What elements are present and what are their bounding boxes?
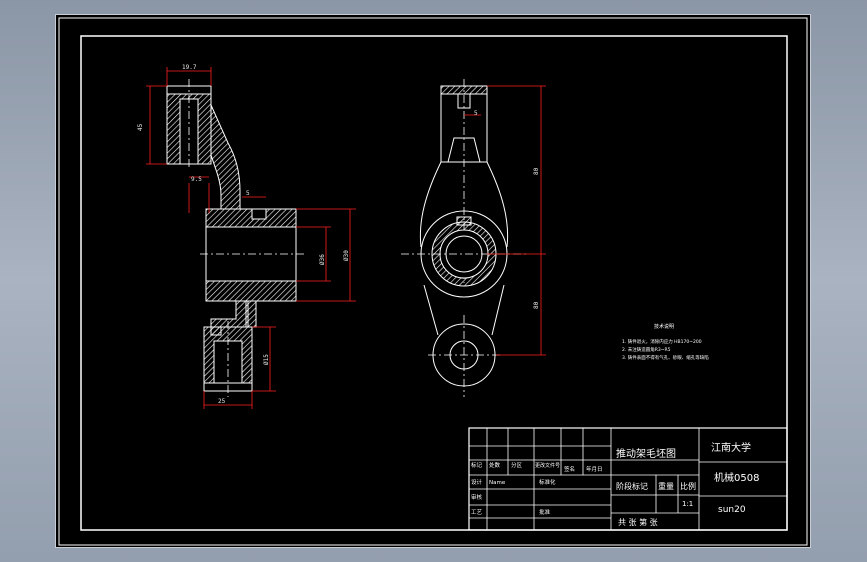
title-block-text: 推动架毛坯图 江南大学 机械0508 sun20 标记 处数 分区 更改文件号 …	[471, 441, 759, 527]
author-name: sun20	[718, 505, 746, 515]
col-sign: 签名	[564, 465, 575, 473]
dim-top-height: 45	[137, 123, 144, 131]
notes-line-1: 1. 铸件退火，消除内应力 HB170~200	[622, 338, 702, 345]
check-label: 审核	[471, 493, 483, 501]
col-change: 更改文件号	[535, 462, 560, 469]
dim-arm-radius: 5	[246, 190, 250, 197]
dim-upper-length: 80	[533, 167, 540, 175]
dim-bottom-bore: Ø15	[263, 354, 270, 365]
drawing-viewport[interactable]: 19.7 45 9.5 5 Ø30 Ø36 Ø15 25 5 80 80 技术说…	[55, 14, 811, 548]
school-name: 江南大学	[711, 441, 751, 454]
notes-title: 技术说明	[654, 323, 674, 330]
design-label: 设计	[471, 478, 483, 486]
col-date: 年月日	[586, 465, 603, 473]
section-view	[166, 79, 306, 397]
dim-top-width: 19.7	[182, 64, 197, 71]
notes-line-3: 3. 铸件表面不得有气孔、砂眼、缩孔等缺陷	[622, 354, 709, 361]
drawing-name: 推动架毛坯图	[616, 447, 676, 460]
scale-value: 1:1	[682, 500, 693, 508]
technical-notes: 技术说明 1. 铸件退火，消除内应力 HB170~200 2. 未注铸造圆角R3…	[622, 323, 709, 361]
process-label: 工艺	[471, 509, 483, 516]
col-zone: 分区	[511, 461, 523, 469]
col-mark: 标记	[471, 461, 483, 469]
elevation-view	[401, 79, 526, 397]
approve-label: 批准	[539, 508, 551, 516]
dim-hub-outer: Ø30	[343, 250, 350, 261]
sheet-text: 共 张 第 张	[618, 517, 658, 527]
dim-arm-offset: 9.5	[191, 176, 202, 183]
class-name: 机械0508	[714, 471, 759, 484]
stage-label: 阶段标记	[616, 481, 648, 491]
dim-hub-bore: Ø36	[319, 254, 326, 265]
dim-lower-length: 80	[533, 301, 540, 309]
col-count: 处数	[489, 461, 501, 469]
elevation-dimensions	[464, 85, 546, 356]
drawing-canvas: 19.7 45 9.5 5 Ø30 Ø36 Ø15 25 5 80 80 技术说…	[58, 17, 808, 546]
scale-label: 比例	[680, 481, 696, 491]
weight-label: 重量	[658, 481, 674, 491]
notes-line-2: 2. 未注铸造圆角R3~R5	[622, 346, 671, 353]
dim-slot-width: 5	[474, 110, 478, 117]
std-label: 标准化	[539, 478, 556, 486]
dim-bottom-width: 25	[218, 398, 226, 405]
design-name: Name	[489, 480, 506, 486]
